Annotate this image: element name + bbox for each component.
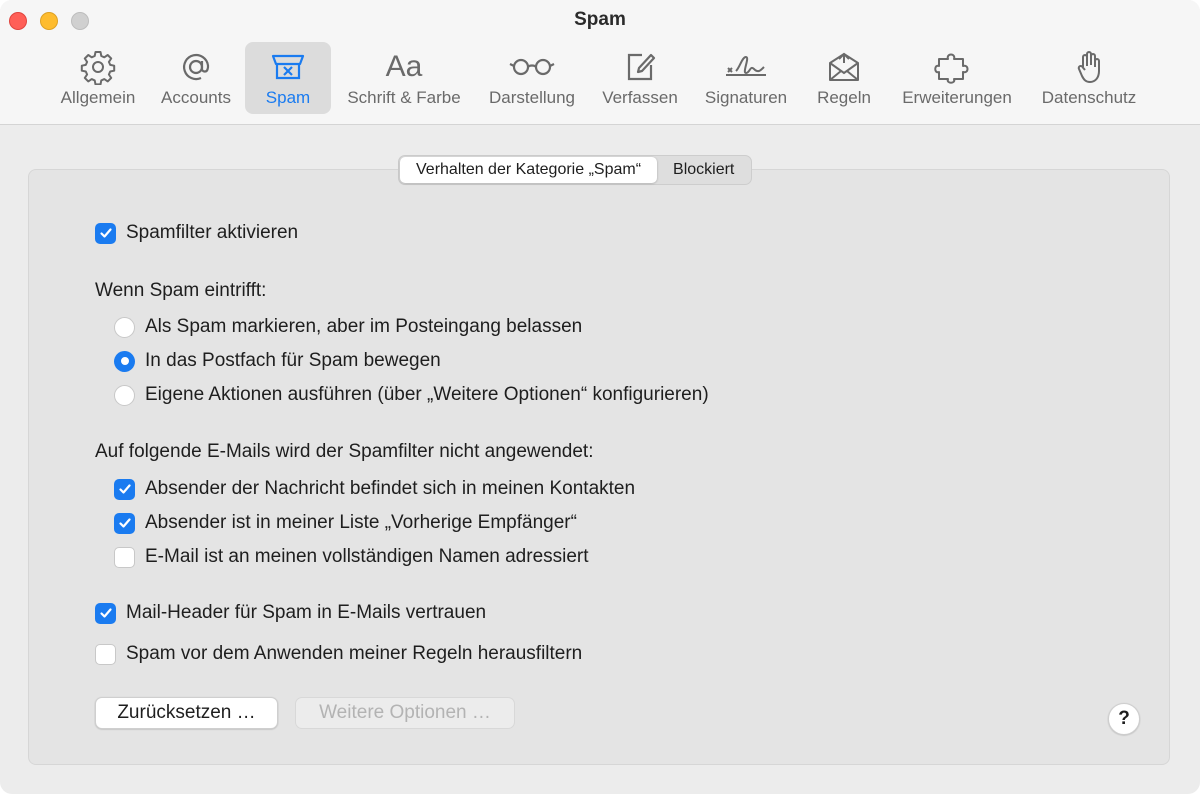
help-button[interactable]: ?: [1108, 703, 1140, 735]
reset-button[interactable]: Zurücksetzen …: [95, 697, 278, 729]
radio-mark-as-spam[interactable]: Als Spam markieren, aber im Posteingang …: [114, 316, 582, 338]
segmented-control: Verhalten der Kategorie „Spam“ Blockiert: [398, 155, 753, 185]
radio-button[interactable]: [114, 350, 135, 372]
when-spam-heading: Wenn Spam eintrifft:: [95, 280, 267, 301]
checkbox-label: Mail-Header für Spam in E-Mails vertraue…: [126, 602, 487, 623]
toolbar-item-schrift-farbe[interactable]: Aa Schrift & Farbe: [338, 42, 470, 114]
toolbar-item-verfassen[interactable]: Verfassen: [594, 42, 686, 114]
exempt-contacts-checkbox[interactable]: [114, 478, 135, 500]
compose-icon: [622, 48, 658, 86]
exempt-previous-recipients-checkbox[interactable]: [114, 512, 135, 534]
toolbar-item-allgemein[interactable]: Allgemein: [52, 42, 144, 114]
filter-before-rules-checkbox[interactable]: [95, 643, 116, 665]
tab-spam-behavior[interactable]: Verhalten der Kategorie „Spam“: [400, 157, 658, 183]
toolbar-item-regeln[interactable]: Regeln: [806, 42, 882, 114]
tab-blocked[interactable]: Blockiert: [657, 157, 750, 183]
trust-headers-row[interactable]: Mail-Header für Spam in E-Mails vertraue…: [95, 602, 486, 624]
checkmark-icon: [99, 228, 112, 238]
more-options-button[interactable]: Weitere Optionen …: [295, 697, 515, 729]
toolbar-label: Erweiterungen: [902, 88, 1012, 107]
radio-label: Eigene Aktionen ausführen (über „Weitere…: [145, 384, 709, 405]
toolbar: Spam Allgemein Accounts Spam Aa Schrift …: [0, 0, 1200, 125]
toolbar-label: Accounts: [161, 88, 231, 107]
radio-label: In das Postfach für Spam bewegen: [145, 350, 441, 371]
checkbox-label: Spamfilter aktivieren: [126, 222, 299, 243]
checkbox-label: Spam vor dem Anwenden meiner Regeln hera…: [126, 643, 583, 664]
gear-icon: [80, 48, 116, 86]
toolbar-item-signaturen[interactable]: Signaturen: [696, 42, 796, 114]
toolbar-label: Darstellung: [489, 88, 575, 107]
toolbar-label: Spam: [265, 88, 311, 107]
toolbar-item-accounts[interactable]: Accounts: [152, 42, 240, 114]
window-title: Spam: [574, 9, 626, 30]
exempt-contacts-row[interactable]: Absender der Nachricht befindet sich in …: [114, 478, 635, 500]
toolbar-label: Signaturen: [704, 88, 788, 107]
toolbar-item-datenschutz[interactable]: Datenschutz: [1032, 42, 1146, 114]
enable-spam-filter-checkbox[interactable]: [95, 222, 116, 244]
radio-move-to-spam[interactable]: In das Postfach für Spam bewegen: [114, 350, 441, 372]
toolbar-label: Schrift & Farbe: [347, 88, 461, 107]
glasses-icon: [507, 48, 557, 86]
checkbox-label: Absender ist in meiner Liste „Vorherige …: [145, 512, 577, 533]
checkmark-icon: [118, 518, 131, 528]
filter-before-rules-row[interactable]: Spam vor dem Anwenden meiner Regeln hera…: [95, 643, 582, 665]
settings-panel: [28, 169, 1170, 765]
radio-custom-actions[interactable]: Eigene Aktionen ausführen (über „Weitere…: [114, 384, 709, 406]
signature-icon: [722, 48, 770, 86]
font-aa-icon: Aa: [385, 50, 423, 83]
checkmark-icon: [118, 484, 131, 494]
checkbox-label: Absender der Nachricht befindet sich in …: [145, 478, 636, 499]
junk-tray-icon: [269, 48, 307, 86]
puzzle-piece-icon: [933, 48, 981, 86]
radio-button[interactable]: [114, 384, 135, 406]
checkmark-icon: [99, 608, 112, 618]
toolbar-label: Verfassen: [602, 88, 678, 107]
hand-icon: [1071, 48, 1107, 86]
toolbar-label: Allgemein: [60, 88, 136, 107]
toolbar-item-spam[interactable]: Spam: [245, 42, 331, 114]
exempt-full-name-checkbox[interactable]: [114, 546, 135, 568]
toolbar-item-erweiterungen[interactable]: Erweiterungen: [892, 42, 1022, 114]
at-sign-icon: [178, 48, 214, 86]
rules-envelope-icon: [825, 48, 863, 86]
toolbar-label: Datenschutz: [1041, 88, 1137, 107]
checkbox-label: E-Mail ist an meinen vollständigen Namen…: [145, 546, 589, 567]
radio-button[interactable]: [114, 316, 135, 338]
exempt-previous-recipients-row[interactable]: Absender ist in meiner Liste „Vorherige …: [114, 512, 577, 534]
toolbar-label: Regeln: [817, 88, 871, 107]
radio-label: Als Spam markieren, aber im Posteingang …: [145, 316, 583, 337]
preferences-window: Spam Allgemein Accounts Spam Aa Schrift …: [0, 0, 1200, 794]
exempt-heading: Auf folgende E-Mails wird der Spamfilter…: [95, 441, 594, 462]
trust-headers-checkbox[interactable]: [95, 602, 116, 624]
exempt-full-name-row[interactable]: E-Mail ist an meinen vollständigen Namen…: [114, 546, 589, 568]
enable-spam-filter-row[interactable]: Spamfilter aktivieren: [95, 222, 298, 244]
toolbar-item-darstellung[interactable]: Darstellung: [480, 42, 584, 114]
